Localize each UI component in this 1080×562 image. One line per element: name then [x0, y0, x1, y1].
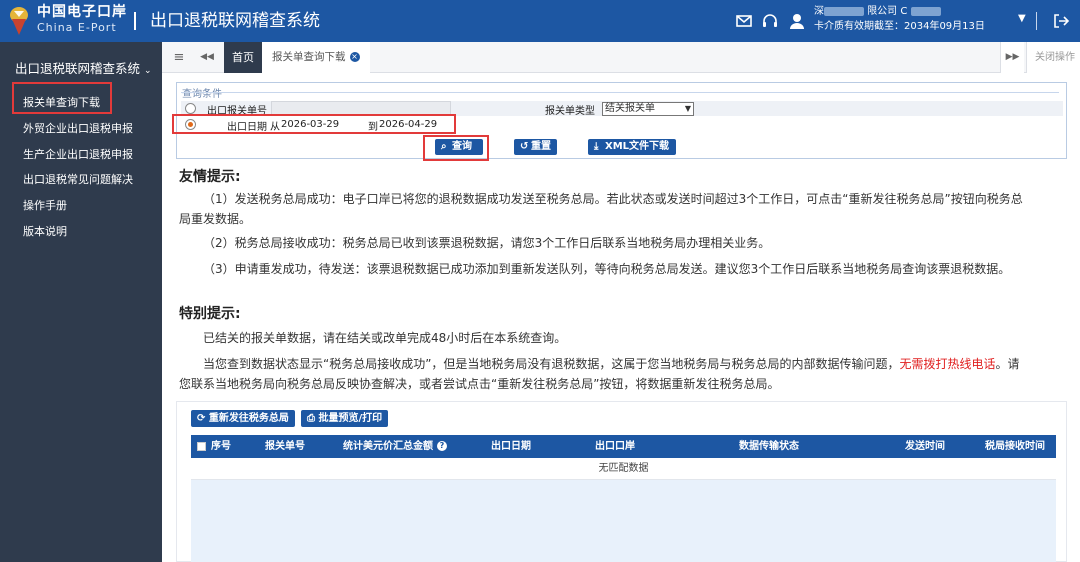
- col-transfer-status[interactable]: 数据传输状态: [739, 435, 799, 458]
- print-icon: ⎙: [307, 413, 319, 424]
- sidebar-title-label: 出口退税联网稽查系统: [15, 61, 141, 76]
- redacted-block: [911, 6, 942, 16]
- notice-p2: （2）税务总局接收成功：税务总局已收到该票退税数据，请您3个工作日后联系当地税务…: [203, 236, 771, 250]
- notice-p3: （3）申请重发成功，待发送：该票退税数据已成功添加到重新发送队列，等待向税务总局…: [203, 262, 1011, 276]
- notice-s2: 当您查到数据状态显示“税务总局接收成功”，但是当地税务局没有退税数据，这属于您当…: [179, 354, 1024, 394]
- tab-next-icon[interactable]: ▶▶: [1000, 42, 1024, 73]
- help-icon[interactable]: ?: [437, 441, 447, 451]
- highlight-box: [423, 135, 489, 161]
- close-icon[interactable]: ×: [349, 52, 360, 62]
- col-send-time[interactable]: 发送时间: [905, 435, 945, 458]
- col-decl-no[interactable]: 报关单号: [265, 435, 305, 458]
- user-info[interactable]: 深 限公司 C 卡介质有效期截至：2034年09月13日: [814, 5, 1014, 37]
- sidebar-item-faq[interactable]: 出口退税常见问题解决: [23, 171, 133, 187]
- resend-icon: ⟳: [197, 413, 209, 424]
- chevron-down-icon: ▼: [684, 104, 691, 113]
- sidebar-item-production-refund[interactable]: 生产企业出口退税申报: [23, 146, 133, 162]
- decl-type-value: 结关报关单: [605, 103, 655, 114]
- top-header: 中国电子口岸 China E-Port 出口退税联网稽查系统 深 限公司 C 卡…: [0, 0, 1080, 42]
- sidebar: 出口退税联网稽查系统 ⌄ 报关单查询下载 外贸企业出口退税申报 生产企业出口退税…: [0, 42, 162, 562]
- table-body: [191, 480, 1056, 562]
- download-icon: ⤓: [594, 141, 599, 152]
- menu-icon[interactable]: ≡: [168, 42, 190, 73]
- tab-home[interactable]: 首页: [224, 42, 262, 73]
- notice-heading-friendly: 友情提示:: [179, 169, 241, 185]
- tab-prev-icon[interactable]: ◀◀: [196, 42, 218, 73]
- redacted-block: [824, 6, 864, 16]
- brand-cn: 中国电子口岸: [37, 4, 127, 20]
- reset-button-label: 重置: [531, 141, 551, 152]
- close-ops-dropdown[interactable]: 关闭操作: [1026, 42, 1080, 73]
- sidebar-item-version[interactable]: 版本说明: [23, 223, 67, 239]
- label-decl-type: 报关单类型: [545, 106, 595, 117]
- brand: 中国电子口岸 China E-Port: [37, 4, 127, 35]
- notice-p1: （1）发送税务总局成功：电子口岸已将您的退税数据成功发送至税务总局。若此状态或发…: [179, 192, 1023, 226]
- col-seq[interactable]: 序号: [211, 435, 231, 458]
- sidebar-title[interactable]: 出口退税联网稽查系统 ⌄: [15, 58, 152, 77]
- notice-heading-special: 特别提示:: [179, 306, 241, 322]
- notice-s1: 已结关的报关单数据，请在结关或改单完成48小时后在本系统查询。: [203, 331, 567, 345]
- col-export-port[interactable]: 出口口岸: [595, 435, 635, 458]
- tab-bar: ≡ ◀◀ 首页 报关单查询下载 × ▶▶ 关闭操作: [162, 42, 1080, 73]
- logout-icon[interactable]: [1052, 12, 1070, 30]
- tab-decl-query-label: 报关单查询下载: [272, 51, 346, 63]
- header-divider: [1036, 12, 1037, 30]
- user-icon[interactable]: [788, 12, 806, 30]
- xml-download-label: XML文件下载: [605, 141, 670, 152]
- xml-download-button[interactable]: ⤓ XML文件下载: [588, 139, 676, 155]
- no-data-row: 无匹配数据: [191, 458, 1056, 480]
- resend-button[interactable]: ⟳ 重新发往税务总局: [191, 410, 295, 427]
- chevron-down-icon[interactable]: ▼: [1018, 13, 1026, 24]
- print-button-label: 批量预览/打印: [318, 413, 383, 424]
- user-company-name: 限公司 C: [867, 6, 908, 17]
- user-company-prefix: 深: [814, 6, 824, 17]
- user-company: 深 限公司 C: [814, 5, 1014, 19]
- headset-icon[interactable]: [761, 12, 779, 30]
- col-receive-time[interactable]: 税局接收时间: [985, 435, 1045, 458]
- col-export-date[interactable]: 出口日期: [491, 435, 531, 458]
- chevron-down-icon: ⌄: [144, 66, 152, 76]
- table-header: 序号 报关单号 统计美元价汇总金额? 出口日期 出口口岸 数据传输状态 发送时间…: [191, 435, 1056, 458]
- radio-decl-no[interactable]: [185, 103, 196, 114]
- select-all-checkbox[interactable]: [197, 442, 206, 451]
- results-panel: ⟳ 重新发往税务总局 ⎙ 批量预览/打印 序号 报关单号 统计美元价汇总金额? …: [176, 401, 1067, 562]
- notice-s2-a: 当您查到数据状态显示“税务总局接收成功”，但是当地税务局没有退税数据，这属于您当…: [203, 357, 900, 371]
- col-usd-total[interactable]: 统计美元价汇总金额?: [343, 435, 447, 458]
- divider: [181, 92, 1059, 93]
- brand-en: China E-Port: [37, 21, 117, 34]
- resend-button-label: 重新发往税务总局: [208, 413, 289, 424]
- eport-logo-icon: [10, 7, 28, 35]
- system-title: 出口退税联网稽查系统: [150, 11, 320, 31]
- header-divider: [134, 12, 136, 30]
- highlight-box: [172, 114, 456, 134]
- sidebar-item-decl-query[interactable]: 报关单查询下载: [23, 94, 100, 110]
- print-button[interactable]: ⎙ 批量预览/打印: [301, 410, 389, 427]
- card-expiry: 卡介质有效期截至：2034年09月13日: [814, 21, 985, 32]
- mail-icon[interactable]: [735, 12, 753, 30]
- notice-s2-red: 无需拨打热线电话: [899, 357, 996, 371]
- col-usd-total-label: 统计美元价汇总金额: [343, 441, 433, 452]
- reset-icon: ↺: [520, 141, 529, 152]
- reset-button[interactable]: ↺ 重置: [514, 139, 557, 155]
- decl-type-select[interactable]: 结关报关单 ▼: [602, 102, 694, 116]
- sidebar-item-manual[interactable]: 操作手册: [23, 197, 67, 213]
- sidebar-item-trade-refund[interactable]: 外贸企业出口退税申报: [23, 120, 133, 136]
- tab-decl-query[interactable]: 报关单查询下载 ×: [262, 42, 370, 73]
